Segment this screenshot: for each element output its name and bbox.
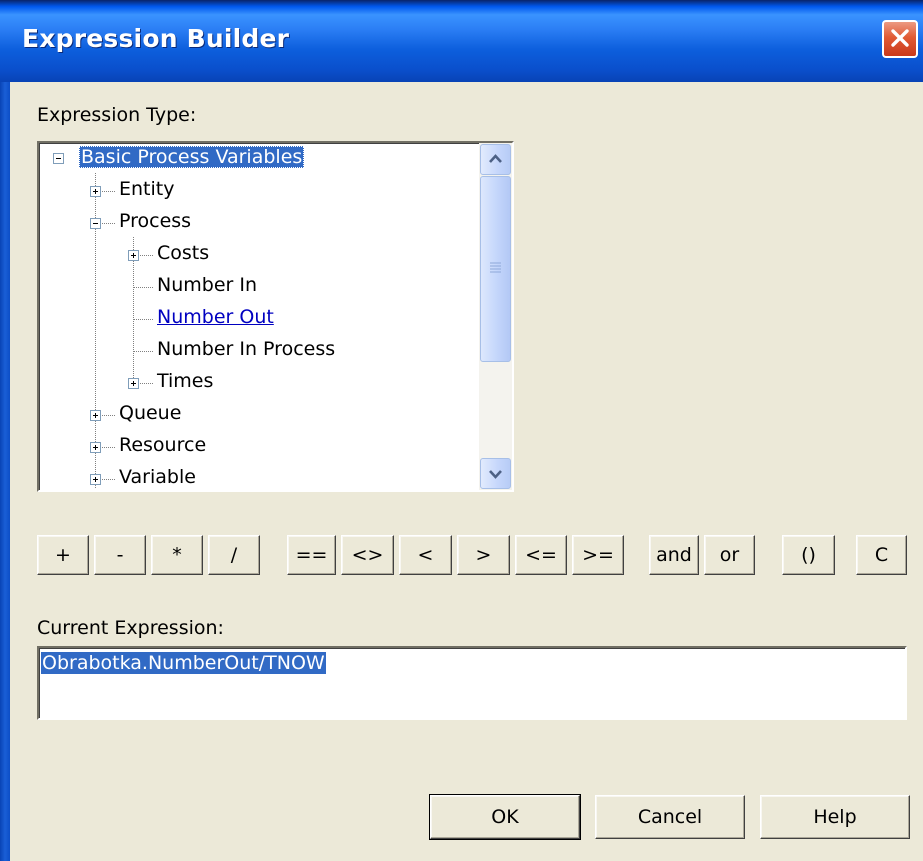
expand-icon[interactable] [90,410,101,421]
operator-less-equal-button[interactable]: <= [515,535,567,575]
tree-connector [133,319,153,320]
scroll-down-button[interactable] [480,458,511,489]
tree-item-label: Number Out [157,306,274,328]
operator-greater-than-button[interactable]: > [457,535,510,575]
current-expression-value[interactable]: Obrabotka.NumberOut/TNOW [41,652,326,674]
operator-minus-button[interactable]: - [94,535,146,575]
operator-equal-button[interactable]: == [287,535,336,575]
tree-scrollbar[interactable] [479,143,512,490]
current-expression-field[interactable]: Obrabotka.NumberOut/TNOW [37,646,907,720]
expression-type-label-text: Expression Type: [37,104,197,126]
operator-and-button[interactable]: and [649,535,699,575]
expand-icon[interactable] [90,474,101,485]
expand-icon[interactable] [90,186,101,197]
tree-connector [133,287,153,288]
chevron-down-icon [489,470,502,479]
expression-type-label: Expression Type: [37,104,196,126]
clear-button[interactable]: C [856,535,907,575]
operator-greater-equal-button[interactable]: >= [572,535,624,575]
scroll-up-button[interactable] [480,144,511,175]
expand-icon[interactable] [128,250,139,261]
title-bar[interactable]: Expression Builder [0,0,923,82]
close-icon [891,29,909,47]
expand-icon[interactable] [128,378,139,389]
tree-item-label: Queue [119,402,182,424]
operator-plus-button[interactable]: + [37,535,89,575]
tree-item-label: Resource [119,434,207,456]
collapse-icon[interactable] [90,218,101,229]
window-frame-left [0,82,10,861]
tree-item-label: Times [157,370,214,392]
collapse-icon[interactable] [53,153,64,164]
expression-type-tree[interactable]: Basic Process Variables Entity Process C… [37,141,514,492]
cancel-button[interactable]: Cancel [595,795,745,839]
close-button[interactable] [882,20,918,58]
operator-not-equal-button[interactable]: <> [341,535,394,575]
operator-or-button[interactable]: or [704,535,755,575]
tree-item-label: Costs [157,242,210,264]
grip-icon [490,262,501,273]
tree-item-label: Process [119,210,192,232]
operator-parentheses-button[interactable]: () [782,535,835,575]
help-button[interactable]: Help [760,795,910,839]
tree-connector [133,351,153,352]
tree-item-label: Number In Process [157,338,336,360]
tree-item-label: Number In [157,274,258,296]
tree-item-label: Variable [119,466,196,488]
tree-item-label: Basic Process Variables [79,146,305,168]
operator-multiply-button[interactable]: * [151,535,203,575]
chevron-up-icon [489,154,502,163]
current-expression-label: Current Expression: [37,617,224,639]
operator-less-than-button[interactable]: < [399,535,452,575]
scroll-thumb[interactable] [480,176,511,362]
operator-divide-button[interactable]: / [208,535,260,575]
window-title: Expression Builder [22,24,290,53]
expand-icon[interactable] [90,442,101,453]
tree-item-label: Entity [119,178,175,200]
ok-button[interactable]: OK [429,794,581,840]
